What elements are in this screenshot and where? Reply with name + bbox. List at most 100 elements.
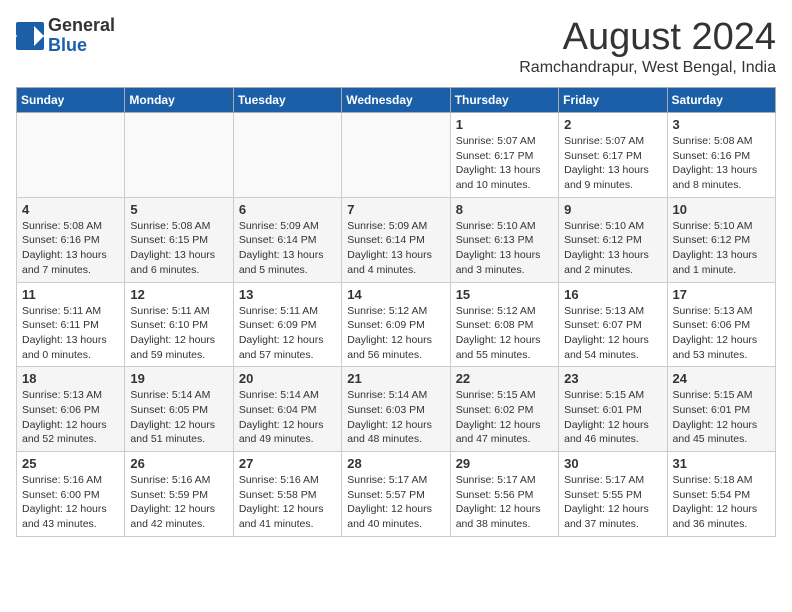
day-number: 31 bbox=[673, 456, 770, 471]
day-number: 26 bbox=[130, 456, 227, 471]
day-info: Sunrise: 5:17 AM Sunset: 5:57 PM Dayligh… bbox=[347, 473, 444, 532]
day-info: Sunrise: 5:11 AM Sunset: 6:10 PM Dayligh… bbox=[130, 304, 227, 363]
weekday-header-row: SundayMondayTuesdayWednesdayThursdayFrid… bbox=[17, 88, 776, 113]
day-info: Sunrise: 5:13 AM Sunset: 6:07 PM Dayligh… bbox=[564, 304, 661, 363]
weekday-header-thursday: Thursday bbox=[450, 88, 558, 113]
calendar-cell: 22Sunrise: 5:15 AM Sunset: 6:02 PM Dayli… bbox=[450, 367, 558, 452]
day-info: Sunrise: 5:11 AM Sunset: 6:09 PM Dayligh… bbox=[239, 304, 336, 363]
day-number: 5 bbox=[130, 202, 227, 217]
calendar-cell: 12 Sunrise: 5:11 AM Sunset: 6:10 PM Dayli… bbox=[125, 282, 233, 367]
day-info: Sunrise: 5:14 AM Sunset: 6:03 PM Dayligh… bbox=[347, 388, 444, 447]
day-number: 22 bbox=[456, 371, 553, 386]
day-number: 14 bbox=[347, 287, 444, 302]
day-info: Sunrise: 5:09 AM Sunset: 6:14 PM Dayligh… bbox=[347, 219, 444, 278]
logo-blue-text: Blue bbox=[48, 36, 115, 56]
calendar-cell: 11 Sunrise: 5:11 AM Sunset: 6:11 PM Dayli… bbox=[17, 282, 125, 367]
day-number: 11 bbox=[22, 287, 119, 302]
weekday-header-wednesday: Wednesday bbox=[342, 88, 450, 113]
day-info: Sunrise: 5:17 AM Sunset: 5:56 PM Dayligh… bbox=[456, 473, 553, 532]
day-info: Sunrise: 5:08 AM Sunset: 6:16 PM Dayligh… bbox=[22, 219, 119, 278]
day-number: 8 bbox=[456, 202, 553, 217]
calendar-week-row: 1 Sunrise: 5:07 AM Sunset: 6:17 PM Daylig… bbox=[17, 113, 776, 198]
calendar-week-row: 25 Sunrise: 5:16 AM Sunset: 6:00 PM Dayli… bbox=[17, 452, 776, 537]
day-info: Sunrise: 5:07 AM Sunset: 6:17 PM Dayligh… bbox=[456, 134, 553, 193]
calendar-cell: 1 Sunrise: 5:07 AM Sunset: 6:17 PM Daylig… bbox=[450, 113, 558, 198]
calendar-week-row: 18 Sunrise: 5:13 AM Sunset: 6:06 PM Dayli… bbox=[17, 367, 776, 452]
calendar-cell: 23Sunrise: 5:15 AM Sunset: 6:01 PM Dayli… bbox=[559, 367, 667, 452]
calendar-cell: 27 Sunrise: 5:16 AM Sunset: 5:58 PM Dayli… bbox=[233, 452, 341, 537]
day-number: 20 bbox=[239, 371, 336, 386]
day-info: Sunrise: 5:07 AM Sunset: 6:17 PM Dayligh… bbox=[564, 134, 661, 193]
calendar-cell: 8 Sunrise: 5:10 AM Sunset: 6:13 PM Daylig… bbox=[450, 197, 558, 282]
day-info: Sunrise: 5:18 AM Sunset: 5:54 PM Dayligh… bbox=[673, 473, 770, 532]
weekday-header-tuesday: Tuesday bbox=[233, 88, 341, 113]
calendar-cell: 25 Sunrise: 5:16 AM Sunset: 6:00 PM Dayli… bbox=[17, 452, 125, 537]
day-info: Sunrise: 5:16 AM Sunset: 5:59 PM Dayligh… bbox=[130, 473, 227, 532]
calendar-cell bbox=[125, 113, 233, 198]
day-info: Sunrise: 5:14 AM Sunset: 6:05 PM Dayligh… bbox=[130, 388, 227, 447]
weekday-header-saturday: Saturday bbox=[667, 88, 775, 113]
day-info: Sunrise: 5:10 AM Sunset: 6:12 PM Dayligh… bbox=[673, 219, 770, 278]
day-number: 1 bbox=[456, 117, 553, 132]
calendar-cell: 29 Sunrise: 5:17 AM Sunset: 5:56 PM Dayli… bbox=[450, 452, 558, 537]
weekday-header-monday: Monday bbox=[125, 88, 233, 113]
day-info: Sunrise: 5:13 AM Sunset: 6:06 PM Dayligh… bbox=[673, 304, 770, 363]
calendar-cell: 10 Sunrise: 5:10 AM Sunset: 6:12 PM Dayli… bbox=[667, 197, 775, 282]
day-number: 10 bbox=[673, 202, 770, 217]
day-info: Sunrise: 5:13 AM Sunset: 6:06 PM Dayligh… bbox=[22, 388, 119, 447]
day-number: 2 bbox=[564, 117, 661, 132]
day-number: 19 bbox=[130, 371, 227, 386]
calendar-cell: 28Sunrise: 5:17 AM Sunset: 5:57 PM Dayli… bbox=[342, 452, 450, 537]
day-number: 16 bbox=[564, 287, 661, 302]
day-info: Sunrise: 5:11 AM Sunset: 6:11 PM Dayligh… bbox=[22, 304, 119, 363]
calendar-cell: 6 Sunrise: 5:09 AM Sunset: 6:14 PM Daylig… bbox=[233, 197, 341, 282]
logo-general-text: General bbox=[48, 16, 115, 36]
day-number: 18 bbox=[22, 371, 119, 386]
day-info: Sunrise: 5:08 AM Sunset: 6:15 PM Dayligh… bbox=[130, 219, 227, 278]
day-number: 13 bbox=[239, 287, 336, 302]
calendar-cell: 26 Sunrise: 5:16 AM Sunset: 5:59 PM Dayli… bbox=[125, 452, 233, 537]
calendar-cell: 30Sunrise: 5:17 AM Sunset: 5:55 PM Dayli… bbox=[559, 452, 667, 537]
day-number: 25 bbox=[22, 456, 119, 471]
calendar-cell: 7 Sunrise: 5:09 AM Sunset: 6:14 PM Daylig… bbox=[342, 197, 450, 282]
day-info: Sunrise: 5:16 AM Sunset: 5:58 PM Dayligh… bbox=[239, 473, 336, 532]
day-info: Sunrise: 5:12 AM Sunset: 6:09 PM Dayligh… bbox=[347, 304, 444, 363]
calendar-cell: 18 Sunrise: 5:13 AM Sunset: 6:06 PM Dayli… bbox=[17, 367, 125, 452]
day-number: 12 bbox=[130, 287, 227, 302]
month-year-title: August 2024 bbox=[519, 16, 776, 59]
weekday-header-friday: Friday bbox=[559, 88, 667, 113]
day-number: 6 bbox=[239, 202, 336, 217]
calendar-cell: 24 Sunrise: 5:15 AM Sunset: 6:01 PM Dayli… bbox=[667, 367, 775, 452]
calendar-cell: 4 Sunrise: 5:08 AM Sunset: 6:16 PM Daylig… bbox=[17, 197, 125, 282]
day-info: Sunrise: 5:16 AM Sunset: 6:00 PM Dayligh… bbox=[22, 473, 119, 532]
day-number: 9 bbox=[564, 202, 661, 217]
calendar-cell: 2 Sunrise: 5:07 AM Sunset: 6:17 PM Daylig… bbox=[559, 113, 667, 198]
day-info: Sunrise: 5:14 AM Sunset: 6:04 PM Dayligh… bbox=[239, 388, 336, 447]
day-number: 21 bbox=[347, 371, 444, 386]
calendar-cell: 13 Sunrise: 5:11 AM Sunset: 6:09 PM Dayli… bbox=[233, 282, 341, 367]
calendar-cell: 21 Sunrise: 5:14 AM Sunset: 6:03 PM Dayli… bbox=[342, 367, 450, 452]
day-number: 4 bbox=[22, 202, 119, 217]
day-number: 15 bbox=[456, 287, 553, 302]
day-info: Sunrise: 5:10 AM Sunset: 6:13 PM Dayligh… bbox=[456, 219, 553, 278]
day-info: Sunrise: 5:09 AM Sunset: 6:14 PM Dayligh… bbox=[239, 219, 336, 278]
day-number: 29 bbox=[456, 456, 553, 471]
logo-icon bbox=[16, 22, 44, 50]
calendar-cell: 9Sunrise: 5:10 AM Sunset: 6:12 PM Daylig… bbox=[559, 197, 667, 282]
calendar-cell: 20 Sunrise: 5:14 AM Sunset: 6:04 PM Dayli… bbox=[233, 367, 341, 452]
logo: General Blue bbox=[16, 16, 115, 56]
calendar-week-row: 11 Sunrise: 5:11 AM Sunset: 6:11 PM Dayli… bbox=[17, 282, 776, 367]
weekday-header-sunday: Sunday bbox=[17, 88, 125, 113]
day-number: 30 bbox=[564, 456, 661, 471]
day-number: 24 bbox=[673, 371, 770, 386]
day-number: 27 bbox=[239, 456, 336, 471]
calendar-cell bbox=[342, 113, 450, 198]
calendar-cell: 3Sunrise: 5:08 AM Sunset: 6:16 PM Daylig… bbox=[667, 113, 775, 198]
calendar-cell: 14 Sunrise: 5:12 AM Sunset: 6:09 PM Dayli… bbox=[342, 282, 450, 367]
day-number: 17 bbox=[673, 287, 770, 302]
day-info: Sunrise: 5:08 AM Sunset: 6:16 PM Dayligh… bbox=[673, 134, 770, 193]
calendar-week-row: 4 Sunrise: 5:08 AM Sunset: 6:16 PM Daylig… bbox=[17, 197, 776, 282]
day-info: Sunrise: 5:15 AM Sunset: 6:01 PM Dayligh… bbox=[673, 388, 770, 447]
calendar-cell: 31 Sunrise: 5:18 AM Sunset: 5:54 PM Dayli… bbox=[667, 452, 775, 537]
day-number: 7 bbox=[347, 202, 444, 217]
